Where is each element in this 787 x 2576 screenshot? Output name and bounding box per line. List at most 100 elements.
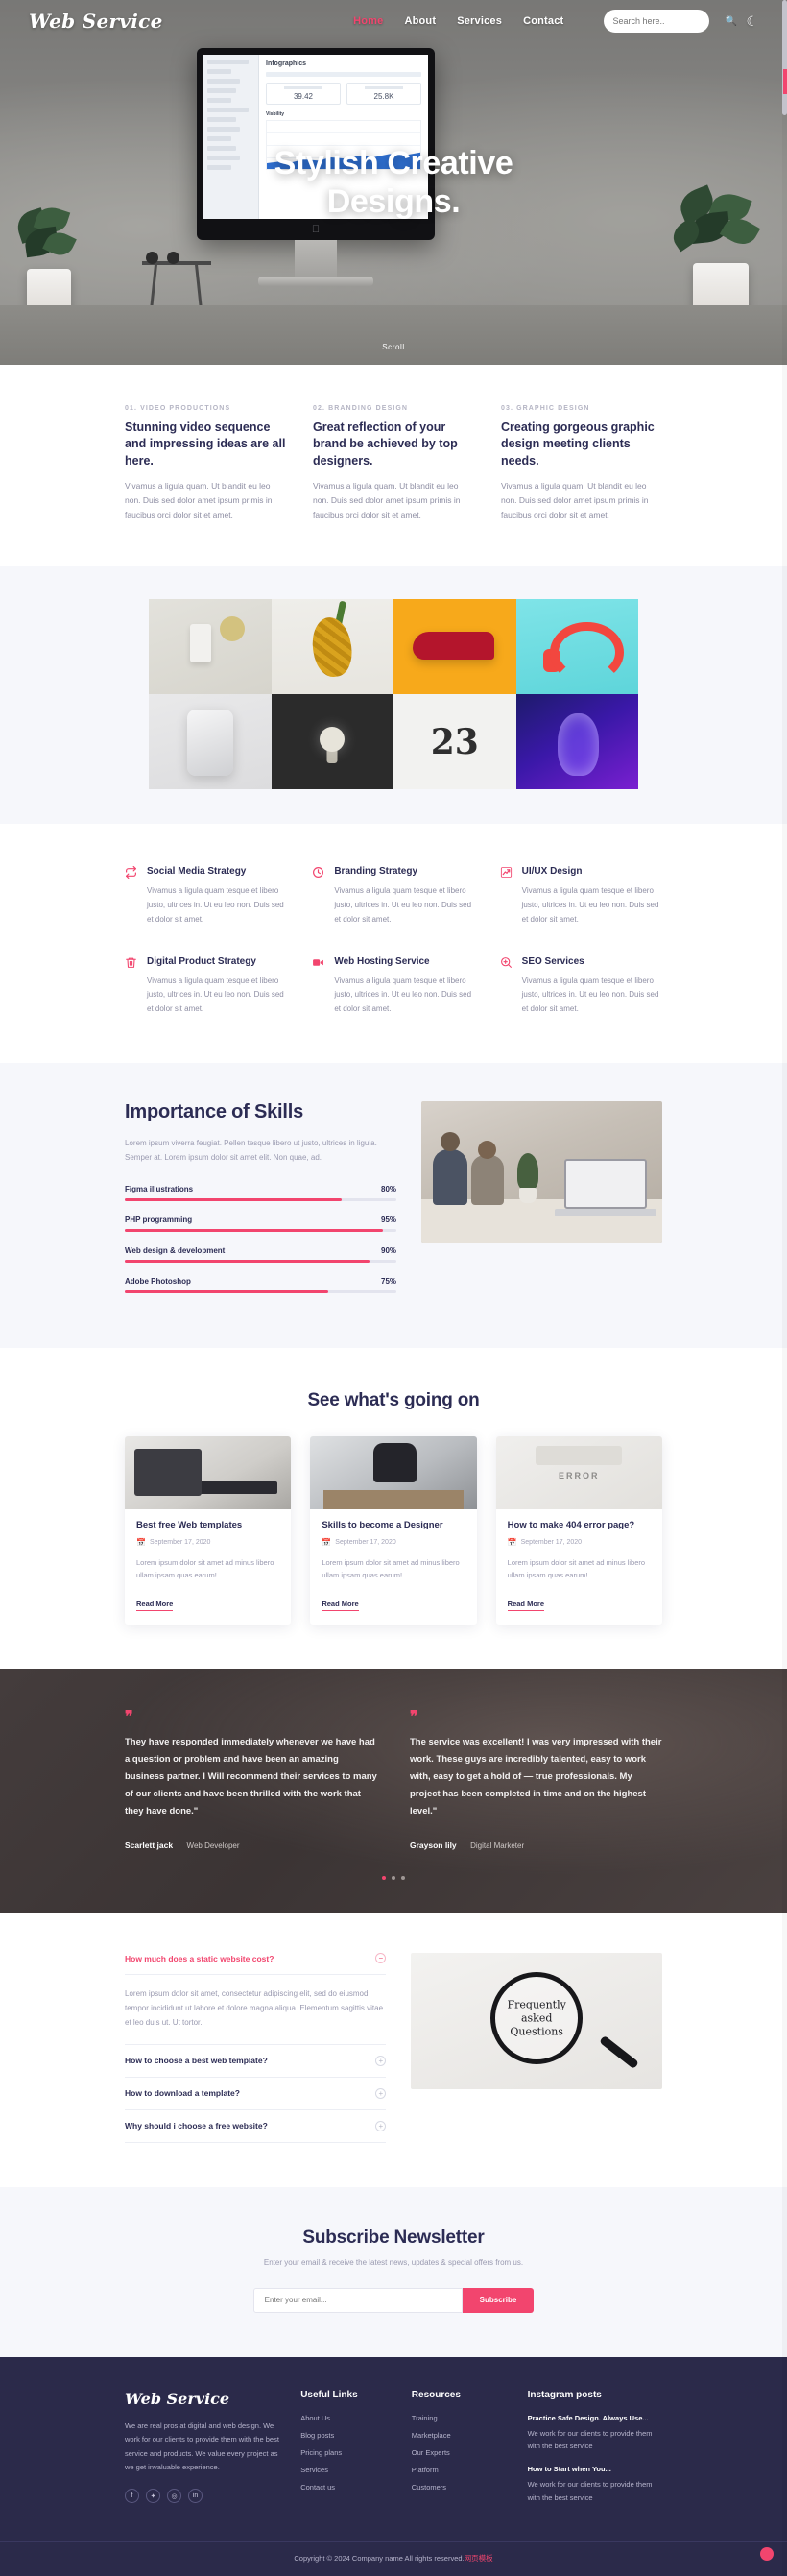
- edge-accent-tab: [783, 69, 787, 94]
- faq-question: How to choose a best web template?: [125, 2056, 268, 2066]
- plus-icon[interactable]: +: [375, 2087, 387, 2099]
- faq-item-choose-best-template[interactable]: How to choose a best web template? +: [125, 2045, 387, 2078]
- quote-icon: ❞: [410, 1706, 418, 1725]
- linkedin-icon[interactable]: in: [188, 2489, 203, 2504]
- service-item-web-hosting-service[interactable]: Web Hosting Service Vivamus a ligula qua…: [312, 956, 474, 1017]
- gallery-item-lightbulb[interactable]: [271, 694, 394, 790]
- skills-section: Importance of Skills Lorem ipsum viverra…: [0, 1062, 787, 1348]
- service-text: Vivamus a ligula quam tesque et libero j…: [521, 886, 659, 924]
- footer-link-contact-us[interactable]: Contact us: [300, 2483, 391, 2492]
- gallery-item-pineapple[interactable]: [271, 599, 394, 695]
- blog-excerpt: Lorem ipsum dolor sit amet ad minus libe…: [322, 1557, 460, 1580]
- nav-link-home[interactable]: Home: [353, 15, 383, 27]
- hero-title-line-1: Stylish Creative: [274, 145, 513, 181]
- twitter-icon[interactable]: ✦: [146, 2489, 160, 2504]
- faq-item-download-template[interactable]: How to download a template? +: [125, 2078, 387, 2110]
- search-input[interactable]: [612, 16, 726, 26]
- quote-icon: ❞: [125, 1706, 133, 1725]
- carousel-dot-1[interactable]: [382, 1876, 386, 1881]
- scroll-indicator[interactable]: Scroll: [0, 343, 787, 351]
- hero-screen-section-label: Visbility: [266, 111, 285, 117]
- footer-link-training[interactable]: Training: [412, 2414, 507, 2422]
- brand-logo[interactable]: Web Service: [29, 10, 163, 33]
- service-text: Vivamus a ligula quam tesque et libero j…: [521, 975, 659, 1014]
- subscribe-button[interactable]: Subscribe: [462, 2287, 535, 2313]
- plus-icon[interactable]: +: [375, 2120, 387, 2131]
- search-box[interactable]: 🔍: [604, 10, 737, 33]
- gallery-item-blue-portrait[interactable]: [515, 694, 638, 790]
- service-item-social-media-strategy[interactable]: Social Media Strategy Vivamus a ligula q…: [125, 866, 287, 927]
- search-icon[interactable]: 🔍: [725, 16, 736, 27]
- blog-title: Best free Web templates: [136, 1519, 243, 1530]
- faq-item-free-website[interactable]: Why should i choose a free website? +: [125, 2110, 387, 2143]
- footer-link-customers[interactable]: Customers: [412, 2483, 507, 2492]
- page-scrollbar[interactable]: [782, 0, 787, 2576]
- blog-date-row: 📅 September 17, 2020: [136, 1538, 279, 1547]
- footer-link-platform[interactable]: Platform: [412, 2466, 507, 2474]
- carousel-dot-2[interactable]: [392, 1876, 395, 1881]
- gallery-item-phone[interactable]: [149, 694, 272, 790]
- footer-link-services[interactable]: Services: [300, 2466, 391, 2474]
- footer-link-our-experts[interactable]: Our Experts: [412, 2448, 507, 2457]
- service-item-seo-services[interactable]: SEO Services Vivamus a ligula quam tesqu…: [500, 956, 662, 1017]
- skill-track: [125, 1197, 397, 1201]
- hero-screen-metric-2: 25.8K: [373, 92, 394, 101]
- minus-icon[interactable]: −: [375, 1953, 387, 1964]
- apple-logo-icon: : [312, 225, 320, 235]
- faq-question: Why should i choose a free website?: [125, 2121, 268, 2131]
- gallery-item-number-23[interactable]: [394, 694, 516, 790]
- service-text: Vivamus a ligula quam tesque et libero j…: [147, 975, 284, 1014]
- footer-link-marketplace[interactable]: Marketplace: [412, 2431, 507, 2440]
- calendar-icon: 📅: [507, 1537, 517, 1547]
- footer-link-blog-posts[interactable]: Blog posts: [300, 2431, 391, 2440]
- moon-icon[interactable]: ☾: [746, 14, 758, 28]
- features-section: 01. VIDEO PRODUCTIONS Stunning video seq…: [0, 365, 787, 567]
- nav-link-about[interactable]: About: [404, 15, 436, 27]
- newsletter-email-input[interactable]: [252, 2287, 463, 2313]
- footer-instagram-post-1[interactable]: Practice Safe Design. Always Use... We w…: [528, 2414, 662, 2454]
- testimonials-section: ❞ They have responded immediately whenev…: [0, 1669, 787, 1913]
- blog-heading: See what's going on: [307, 1389, 480, 1410]
- testimonial-text: They have responded immediately whenever…: [125, 1736, 377, 1817]
- footer-about-column: Web Service We are real pros at digital …: [125, 2390, 279, 2517]
- instagram-icon[interactable]: ◎: [167, 2489, 181, 2504]
- service-item-ui-ux-design[interactable]: UI/UX Design Vivamus a ligula quam tesqu…: [500, 866, 662, 927]
- plus-icon[interactable]: +: [375, 2055, 387, 2066]
- service-item-branding-strategy[interactable]: Branding Strategy Vivamus a ligula quam …: [312, 866, 474, 927]
- blog-card-become-designer[interactable]: Skills to become a Designer 📅 September …: [310, 1435, 477, 1625]
- feature-text: Vivamus a ligula quam. Ut blandit eu leo…: [313, 480, 461, 519]
- blog-card-404-page[interactable]: How to make 404 error page? 📅 September …: [495, 1435, 662, 1625]
- facebook-icon[interactable]: f: [125, 2489, 139, 2504]
- skill-percent: 90%: [381, 1245, 397, 1255]
- nav-link-contact[interactable]: Contact: [523, 15, 563, 27]
- footer-column-heading: Resources: [411, 2389, 461, 2400]
- footer-link-pricing[interactable]: Pricing plans: [300, 2448, 391, 2457]
- skills-image: [421, 1100, 662, 1243]
- read-more-link[interactable]: Read More: [322, 1599, 359, 1611]
- copyright-link[interactable]: 网页模板: [465, 2554, 493, 2563]
- read-more-link[interactable]: Read More: [136, 1599, 174, 1611]
- back-to-top-button[interactable]: [760, 2547, 774, 2562]
- faq-section: How much does a static website cost? − L…: [0, 1913, 787, 2187]
- retweet-icon: [125, 866, 138, 927]
- gallery-item-red-sneaker[interactable]: [394, 599, 516, 695]
- feature-kicker: 02. BRANDING DESIGN: [313, 405, 409, 412]
- blog-date-row: 📅 September 17, 2020: [508, 1538, 651, 1547]
- nav-link-services[interactable]: Services: [457, 15, 502, 27]
- footer-link-about-us[interactable]: About Us: [300, 2414, 391, 2422]
- gallery-item-coffee-cup[interactable]: [149, 599, 272, 695]
- read-more-link[interactable]: Read More: [507, 1599, 544, 1611]
- skills-heading: Importance of Skills: [125, 1100, 304, 1122]
- gallery-item-headphones[interactable]: [515, 599, 638, 695]
- search-plus-icon: [500, 956, 513, 1017]
- feature-title: Great reflection of your brand be achiev…: [313, 421, 458, 468]
- faq-item-static-website-cost[interactable]: How much does a static website cost? −: [125, 1953, 387, 1976]
- skill-label: Web design & development: [125, 1245, 226, 1255]
- footer-brand-logo[interactable]: Web Service: [125, 2390, 279, 2408]
- carousel-dot-3[interactable]: [401, 1876, 405, 1881]
- footer-instagram-post-2[interactable]: How to Start when You... We work for our…: [528, 2465, 662, 2505]
- skill-bar-php-programming: PHP programming 95%: [125, 1216, 397, 1232]
- faq-accordion: How much does a static website cost? − L…: [125, 1953, 387, 2143]
- blog-card-web-templates[interactable]: Best free Web templates 📅 September 17, …: [125, 1435, 292, 1625]
- service-item-digital-product-strategy[interactable]: Digital Product Strategy Vivamus a ligul…: [125, 956, 287, 1017]
